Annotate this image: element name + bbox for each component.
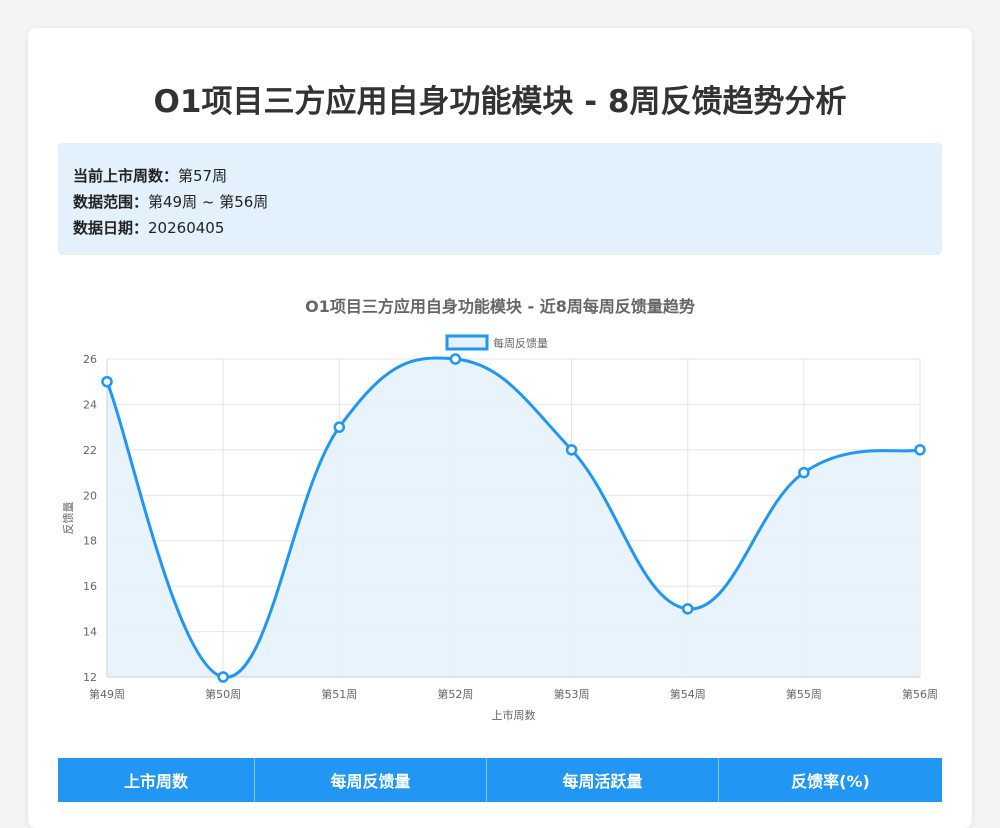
- y-axis-title: 反馈量: [62, 502, 75, 535]
- y-tick-label: 16: [83, 580, 97, 593]
- data-point: [798, 466, 810, 479]
- info-value: 20260405: [148, 219, 225, 237]
- x-tick-label: 第52周: [437, 687, 473, 701]
- data-point: [449, 353, 462, 365]
- data-point: [217, 671, 229, 683]
- info-data-date: 数据日期：20260405: [73, 217, 224, 238]
- x-tick-label: 第50周: [205, 687, 241, 701]
- y-tick-label: 22: [83, 444, 97, 457]
- info-label: 数据范围：: [73, 193, 149, 211]
- chart-title: O1项目三方应用自身功能模块 - 近8周每周反馈量趋势: [305, 297, 695, 316]
- y-tick-label: 14: [83, 626, 97, 639]
- data-point: [914, 444, 926, 456]
- x-tick-label: 第49周: [89, 687, 125, 701]
- legend-label: 每周反馈量: [493, 336, 548, 350]
- y-tick-label: 12: [83, 671, 97, 684]
- y-tick-label: 18: [83, 535, 97, 548]
- table-header-feedback: 每周反馈量: [255, 758, 487, 802]
- info-label: 数据日期：: [73, 219, 149, 237]
- table-header-week: 上市周数: [58, 758, 255, 802]
- table-header-row: 上市周数 每周反馈量 每周活跃量 反馈率(%): [58, 758, 942, 802]
- info-panel: 当前上市周数：第57周 数据范围：第49周 ~ 第56周 数据日期：202604…: [58, 143, 942, 255]
- info-label: 当前上市周数：: [73, 167, 179, 185]
- data-point: [333, 421, 346, 433]
- line-chart: O1项目三方应用自身功能模块 - 近8周每周反馈量趋势每周反馈量 12 14 16 18…: [62, 297, 938, 722]
- x-tick-label: 第53周: [554, 687, 590, 701]
- info-current-week: 当前上市周数：第57周: [73, 165, 227, 186]
- x-tick-label: 第54周: [670, 687, 706, 701]
- data-point: [565, 444, 578, 456]
- y-tick-label: 24: [83, 398, 97, 411]
- table-header-active: 每周活跃量: [487, 758, 719, 802]
- info-data-range: 数据范围：第49周 ~ 第56周: [73, 191, 268, 212]
- x-tick-label: 第55周: [786, 687, 822, 701]
- page-title: O1项目三方应用自身功能模块 - 8周反馈趋势分析: [153, 84, 847, 120]
- info-value: 第57周: [178, 167, 228, 185]
- y-tick-label: 20: [83, 489, 97, 502]
- y-tick-label: 26: [83, 353, 97, 366]
- x-tick-label: 第56周: [902, 687, 938, 701]
- legend-swatch: [445, 334, 489, 351]
- data-point: [101, 375, 113, 388]
- x-axis-title: 上市周数: [492, 708, 536, 722]
- series-area: [107, 358, 920, 678]
- chart-container: O1项目三方应用自身功能模块 - 近8周每周反馈量趋势每周反馈量 12 14 16 18…: [0, 280, 1000, 730]
- info-value: 第49周 ~ 第56周: [148, 193, 269, 211]
- x-tick-label: 第51周: [321, 687, 357, 701]
- table-header-rate: 反馈率(%): [791, 772, 870, 791]
- data-point: [681, 603, 694, 615]
